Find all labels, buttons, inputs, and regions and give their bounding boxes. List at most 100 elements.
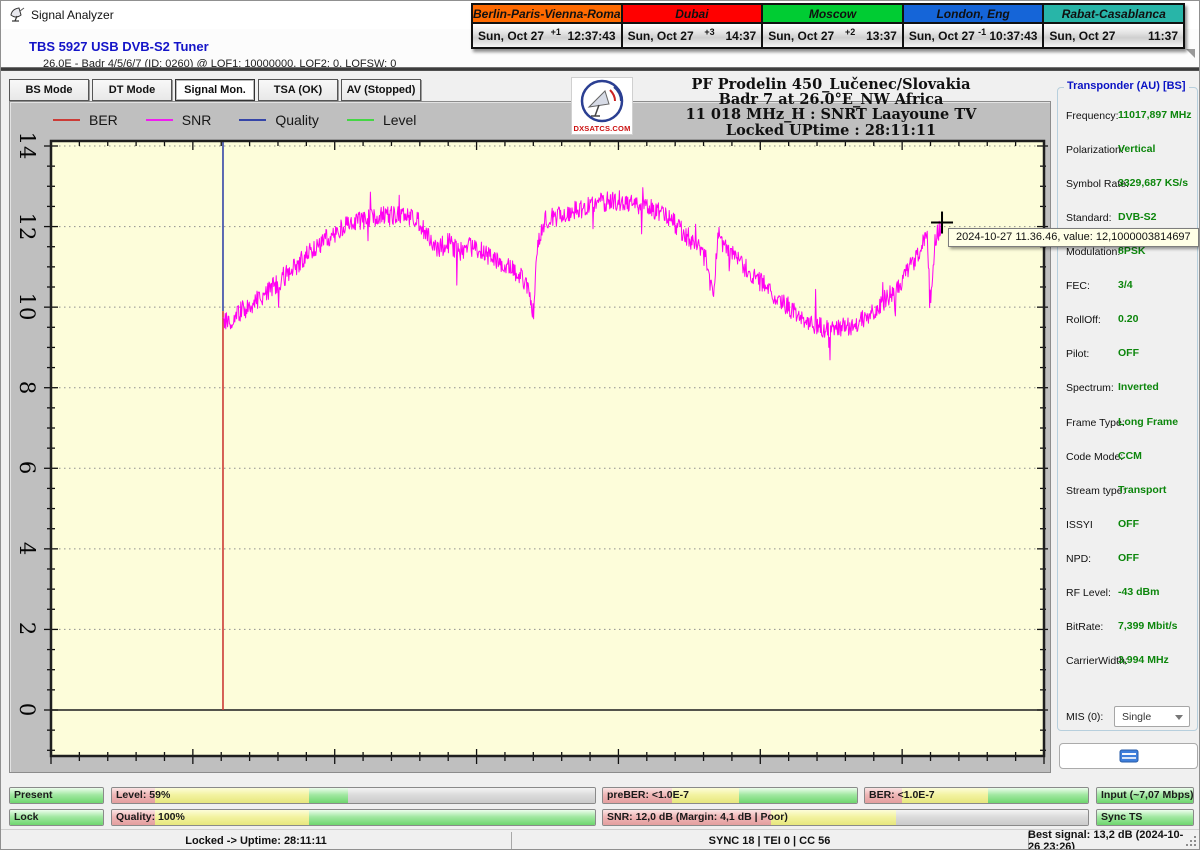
transponder-label: Pilot:	[1066, 348, 1089, 360]
transponder-row: Standard: DVB-S2	[1058, 212, 1197, 227]
transponder-row: Polarization: Vertical	[1058, 144, 1197, 159]
transponder-value: OFF	[1118, 518, 1139, 530]
transponder-row: Spectrum: Inverted	[1058, 382, 1197, 397]
transponder-label: RollOff:	[1066, 314, 1101, 326]
tab-dt-mode[interactable]: DT Mode	[92, 79, 172, 101]
transponder-label: Standard:	[1066, 212, 1112, 224]
mis-label: MIS (0):	[1066, 711, 1103, 723]
report-button[interactable]	[1059, 743, 1198, 769]
transponder-value: -43 dBm	[1118, 586, 1159, 598]
tab-tsa[interactable]: TSA (OK)	[258, 79, 338, 101]
clock-time-row: Sun, Oct 27 +3 14:37	[623, 24, 762, 47]
transponder-row: Pilot: OFF	[1058, 348, 1197, 363]
transponder-row: BitRate: 7,399 Mbit/s	[1058, 621, 1197, 636]
transponder-label: FEC:	[1066, 280, 1090, 292]
clock-cell: Rabat-Casablanca Sun, Oct 27 11:37	[1044, 5, 1183, 47]
level-bar: Level: 59%	[111, 787, 596, 804]
preber-bar: preBER: <1.0E-7	[602, 787, 858, 804]
snr-chart-plot[interactable]	[51, 141, 1044, 756]
clock-date: Sun, Oct 27	[1049, 29, 1115, 43]
clock-city-label: Moscow	[763, 5, 902, 24]
transponder-label: Polarization:	[1066, 144, 1124, 156]
transponder-row: NPD: OFF	[1058, 553, 1197, 568]
status-uptime: Locked -> Uptime: 28:11:11	[1, 830, 511, 850]
clock-utc-offset: -1	[975, 27, 990, 37]
report-icon	[1119, 749, 1139, 763]
transponder-panel-title: Transponder (AU) [BS]	[1064, 80, 1189, 92]
clock-time-row: Sun, Oct 27 +1 12:37:43	[473, 24, 621, 47]
satellite-dish-icon	[9, 6, 26, 23]
clock-city-label: Dubai	[623, 5, 762, 24]
tab-signal-mon[interactable]: Signal Mon.	[175, 79, 255, 101]
tab-av[interactable]: AV (Stopped)	[341, 79, 421, 101]
legend-label: SNR	[182, 112, 212, 128]
legend-label: BER	[89, 112, 118, 128]
transponder-value: Vertical	[1118, 143, 1155, 155]
legend-color-line	[53, 119, 80, 121]
world-clock-panel: Berlin-Paris-Vienna-Roma Sun, Oct 27 +1 …	[471, 3, 1185, 49]
mis-selected-value: Single	[1122, 711, 1151, 723]
transponder-value: 3329,687 KS/s	[1118, 177, 1188, 189]
clock-date: Sun, Oct 27	[478, 29, 544, 43]
clock-date: Sun, Oct 27	[768, 29, 834, 43]
separator-groove	[1, 67, 1200, 71]
legend-color-line	[239, 119, 266, 121]
mode-buttons: BS Mode DT Mode Signal Mon. TSA (OK) AV …	[9, 79, 421, 101]
legend-item: BER	[53, 112, 118, 128]
chart-title-block: PF Prodelin 450_Lučenec/Slovakia Badr 7 …	[619, 77, 1043, 138]
transponder-label: Modulation:	[1066, 246, 1120, 258]
clock-time-row: Sun, Oct 27 11:37	[1044, 24, 1183, 47]
transponder-row: Code Mode: CCM	[1058, 451, 1197, 466]
transponder-value: OFF	[1118, 347, 1139, 359]
quality-bar: Quality: 100%	[111, 809, 596, 826]
transponder-label: RF Level:	[1066, 587, 1111, 599]
legend-item: Quality	[239, 112, 319, 128]
legend-label: Level	[383, 112, 416, 128]
clock-city-label: Rabat-Casablanca	[1044, 5, 1183, 24]
clock-time: 10:37:43	[989, 29, 1037, 43]
chart-tooltip: 2024-10-27 11.36.46, value: 12,100000381…	[948, 228, 1199, 247]
syncts-indicator: Sync TS	[1096, 809, 1194, 826]
clock-time-row: Sun, Oct 27 -1 10:37:43	[904, 24, 1043, 47]
clock-date: Sun, Oct 27	[628, 29, 694, 43]
transponder-label: NPD:	[1066, 553, 1091, 565]
clock-date: Sun, Oct 27	[909, 29, 975, 43]
transponder-row: RF Level: -43 dBm	[1058, 587, 1197, 602]
legend-item: SNR	[146, 112, 212, 128]
transponder-label: Frame Type:	[1066, 417, 1125, 429]
clock-time: 13:37	[866, 29, 897, 43]
input-indicator: Input (~7,07 Mbps)	[1096, 787, 1194, 804]
clock-utc-offset: +1	[544, 27, 568, 37]
transponder-row: Symbol Rate: 3329,687 KS/s	[1058, 178, 1197, 193]
clock-cell: Berlin-Paris-Vienna-Roma Sun, Oct 27 +1 …	[473, 5, 623, 47]
clock-cell: London, Eng Sun, Oct 27 -1 10:37:43	[904, 5, 1045, 47]
transponder-label: ISSYI	[1066, 519, 1093, 531]
transponder-value: 0.20	[1118, 313, 1138, 325]
transponder-value: 3,994 MHz	[1118, 654, 1169, 666]
transponder-row: Stream type: Transport	[1058, 485, 1197, 500]
transponder-value: 3/4	[1118, 279, 1133, 291]
transponder-row: ISSYI OFF	[1058, 519, 1197, 534]
status-bar: Locked -> Uptime: 28:11:11 SYNC 18 | TEI…	[1, 829, 1200, 850]
mis-dropdown[interactable]: Single	[1114, 706, 1190, 727]
snr-bar: SNR: 12,0 dB (Margin: 4,1 dB | Poor)	[602, 809, 1089, 826]
clock-resize-grip[interactable]	[1186, 49, 1195, 58]
transponder-value: Inverted	[1118, 381, 1159, 393]
legend-label: Quality	[275, 112, 319, 128]
chevron-down-icon	[1175, 715, 1183, 720]
transponder-row: Frequency: 11017,897 MHz	[1058, 110, 1197, 125]
transponder-label: Spectrum:	[1066, 382, 1114, 394]
transponder-value: DVB-S2	[1118, 211, 1157, 223]
chart-title-line2: Badr 7 at 26.0°E_NW Africa	[619, 92, 1043, 107]
tab-bs-mode[interactable]: BS Mode	[9, 79, 89, 101]
clock-utc-offset: +2	[834, 27, 866, 37]
mis-row: MIS (0): Single	[1058, 706, 1197, 728]
legend-color-line	[347, 119, 374, 121]
transponder-panel: Transponder (AU) [BS] Frequency: 11017,8…	[1057, 87, 1198, 731]
resize-grip[interactable]	[1183, 833, 1197, 847]
clock-cell: Moscow Sun, Oct 27 +2 13:37	[763, 5, 904, 47]
clock-time-row: Sun, Oct 27 +2 13:37	[763, 24, 902, 47]
status-sync: SYNC 18 | TEI 0 | CC 56	[511, 830, 1028, 850]
legend-color-line	[146, 119, 173, 121]
window-title: Signal Analyzer	[31, 8, 114, 22]
